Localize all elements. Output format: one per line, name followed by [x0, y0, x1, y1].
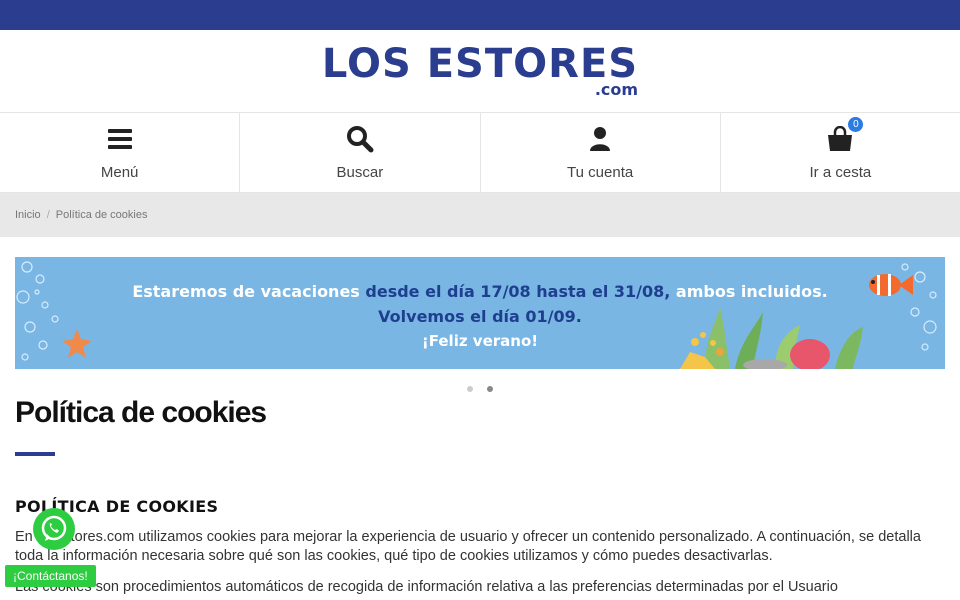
nav-account[interactable]: Tu cuenta	[481, 113, 721, 192]
carousel-dot-2[interactable]	[487, 386, 493, 392]
main-nav: Menú Buscar Tu cuenta 0 Ir a cesta	[0, 113, 960, 193]
logo-sub-text: .com	[594, 80, 639, 99]
banner-line-1c: ambos incluidos.	[670, 282, 828, 301]
paragraph-cookies-definition: Las cookies son procedimientos automátic…	[15, 579, 838, 595]
banner-line-2: Volvemos el día 01/09.	[378, 307, 582, 326]
logo-main-text: LOS ESTORES	[321, 41, 639, 87]
title-underline	[15, 452, 55, 456]
menu-icon	[107, 124, 132, 154]
nav-cart-label: Ir a cesta	[809, 164, 872, 181]
vacation-banner[interactable]: Estaremos de vacaciones desde el día 17/…	[15, 257, 945, 369]
breadcrumb: Inicio / Política de cookies	[0, 193, 960, 237]
nav-menu[interactable]: Menú	[0, 113, 241, 192]
shopping-bag-icon: 0	[826, 117, 864, 154]
banner-line-3: ¡Feliz verano!	[421, 332, 539, 350]
page-title: Política de cookies	[15, 396, 267, 429]
nav-account-label: Tu cuenta	[567, 164, 634, 181]
banner-line-1: Estaremos de vacaciones desde el día 17/…	[15, 279, 945, 304]
banner-line-1b: desde el día 17/08 hasta el 31/08,	[365, 282, 671, 301]
breadcrumb-separator: /	[46, 209, 50, 221]
cart-count-badge: 0	[848, 117, 864, 132]
banner-message: Estaremos de vacaciones desde el día 17/…	[15, 279, 945, 354]
site-logo[interactable]: LOS ESTORES .com	[322, 44, 638, 98]
nav-search-label: Buscar	[336, 164, 384, 181]
whatsapp-icon	[41, 515, 67, 541]
nav-menu-label: Menú	[100, 164, 139, 181]
top-bar	[0, 0, 960, 30]
breadcrumb-current: Política de cookies	[55, 209, 148, 221]
nav-search[interactable]: Buscar	[240, 113, 481, 192]
search-icon	[346, 124, 374, 154]
carousel-dot-1[interactable]	[467, 386, 473, 392]
paragraph-intro: En losestores.com utilizamos cookies par…	[15, 529, 921, 564]
contact-button[interactable]: ¡Contáctanos!	[5, 565, 96, 587]
banner-line-1a: Estaremos de vacaciones	[132, 282, 366, 301]
whatsapp-button[interactable]	[33, 508, 75, 550]
nav-cart[interactable]: 0 Ir a cesta	[721, 113, 960, 192]
header: LOS ESTORES .com	[0, 30, 960, 113]
user-icon	[589, 124, 611, 154]
breadcrumb-home-link[interactable]: Inicio	[15, 209, 41, 221]
carousel-dots	[0, 386, 960, 392]
